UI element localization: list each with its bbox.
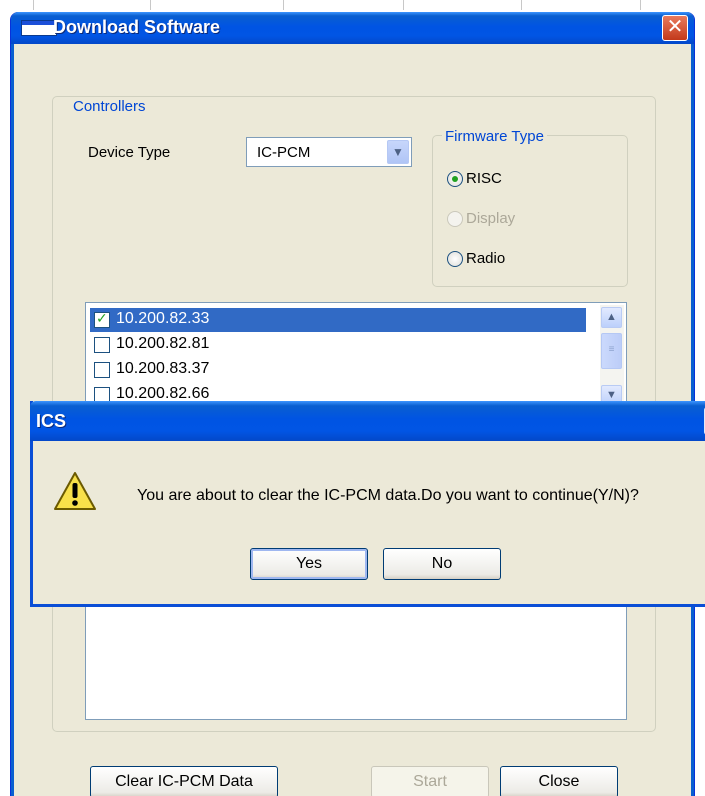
clear-data-button[interactable]: Clear IC-PCM Data bbox=[90, 766, 278, 796]
device-type-label: Device Type bbox=[88, 144, 171, 161]
controllers-legend: Controllers bbox=[70, 98, 149, 115]
dialog-titlebar[interactable]: ICS ✕ bbox=[30, 401, 705, 441]
list-item[interactable]: 10.200.82.81 bbox=[90, 333, 586, 357]
firmware-type-legend: Firmware Type bbox=[442, 128, 547, 145]
ruler-tick bbox=[33, 0, 34, 10]
scroll-thumb[interactable]: ≡ bbox=[601, 333, 622, 369]
yes-button[interactable]: Yes bbox=[250, 548, 368, 580]
close-button[interactable]: Close bbox=[500, 766, 618, 796]
radio-risc-label[interactable]: RISC bbox=[466, 170, 502, 187]
list-item[interactable]: 10.200.82.33 bbox=[90, 308, 586, 332]
device-type-select[interactable]: IC-PCM ▼ bbox=[246, 137, 412, 167]
radio-radio[interactable] bbox=[447, 251, 463, 267]
radio-risc[interactable] bbox=[447, 171, 463, 187]
scroll-up-icon[interactable]: ▲ bbox=[601, 307, 622, 328]
list-item-ip: 10.200.82.33 bbox=[116, 310, 210, 327]
window-close-button[interactable]: ✕ bbox=[662, 15, 688, 41]
radio-display bbox=[447, 211, 463, 227]
dialog-message: You are about to clear the IC-PCM data.D… bbox=[137, 487, 639, 504]
no-button[interactable]: No bbox=[383, 548, 501, 580]
list-scrollbar[interactable]: ▲ ≡ ▼ bbox=[600, 305, 624, 406]
ruler-tick bbox=[640, 0, 641, 10]
list-item-checkbox[interactable] bbox=[94, 362, 110, 378]
list-item-ip: 10.200.83.37 bbox=[116, 360, 210, 377]
firmware-type-group bbox=[432, 135, 628, 287]
device-type-value: IC-PCM bbox=[257, 144, 311, 161]
confirm-dialog: ICS ✕ You are about to clear the IC-PCM … bbox=[30, 401, 705, 607]
warning-icon bbox=[54, 472, 96, 510]
ruler-tick bbox=[150, 0, 151, 10]
ruler-tick bbox=[403, 0, 404, 10]
chevron-down-icon[interactable]: ▼ bbox=[387, 140, 409, 164]
window-title: Download Software bbox=[53, 17, 221, 37]
window-titlebar[interactable]: Download Software ✕ bbox=[11, 12, 694, 44]
list-item-checkbox[interactable] bbox=[94, 310, 110, 328]
radio-display-label: Display bbox=[466, 210, 516, 227]
start-button: Start bbox=[371, 766, 489, 796]
window-app-icon bbox=[21, 20, 57, 36]
list-item-checkbox[interactable] bbox=[94, 337, 110, 353]
ruler-tick bbox=[283, 0, 284, 10]
list-item-ip: 10.200.82.81 bbox=[116, 335, 210, 352]
list-item[interactable]: 10.200.83.37 bbox=[90, 358, 586, 382]
ruler-tick bbox=[521, 0, 522, 10]
radio-radio-label[interactable]: Radio bbox=[466, 250, 505, 267]
dialog-title: ICS bbox=[36, 411, 67, 431]
